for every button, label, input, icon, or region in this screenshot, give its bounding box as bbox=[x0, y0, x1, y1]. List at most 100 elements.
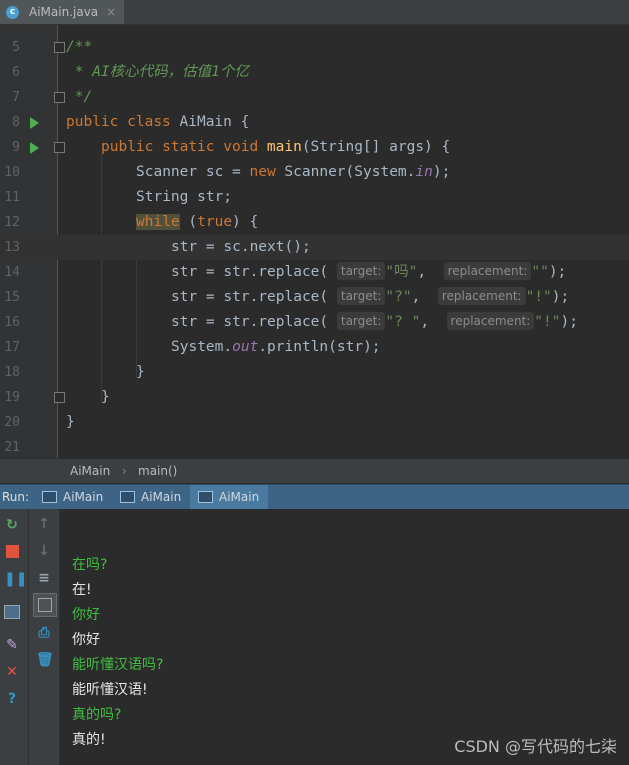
code-line: 8 public class AiMain { bbox=[0, 110, 629, 135]
code-text: String str; bbox=[136, 189, 233, 205]
line-number: 8 bbox=[12, 115, 20, 130]
code-text: str = str.replace( target: "吗", replaceme… bbox=[171, 262, 567, 280]
breadcrumb-method[interactable]: main() bbox=[138, 464, 177, 478]
line-number: 20 bbox=[4, 415, 20, 430]
line-number: 18 bbox=[4, 365, 20, 380]
code-line: 15 str = str.replace( target: "?", replac… bbox=[0, 285, 629, 310]
code-text: } bbox=[136, 364, 145, 380]
fold-icon[interactable] bbox=[54, 42, 65, 53]
run-gutter-icon[interactable] bbox=[30, 142, 39, 154]
close-icon[interactable]: ✕ bbox=[4, 664, 20, 680]
line-number: 16 bbox=[4, 315, 20, 330]
line-number: 19 bbox=[4, 390, 20, 405]
run-tab[interactable]: AiMain bbox=[112, 485, 190, 509]
run-label: Run: bbox=[2, 490, 30, 504]
watermark: CSDN @写代码的七柒 bbox=[454, 737, 617, 756]
console-icon bbox=[42, 491, 57, 503]
pause-icon[interactable]: ❚❚ bbox=[4, 571, 27, 587]
line-number: 5 bbox=[12, 40, 20, 55]
parameter-hint: replacement: bbox=[446, 312, 535, 330]
line-number: 13 bbox=[4, 240, 20, 255]
java-class-icon: c bbox=[6, 5, 19, 19]
close-icon[interactable]: × bbox=[106, 5, 116, 19]
code-line: 12 while (true) { bbox=[0, 210, 629, 235]
scroll-to-end-icon[interactable] bbox=[33, 593, 57, 617]
code-line: 16 str = str.replace( target: "? ", repla… bbox=[0, 310, 629, 335]
code-line: 19 } bbox=[0, 385, 629, 410]
parameter-hint: replacement: bbox=[443, 262, 532, 280]
line-number: 9 bbox=[12, 140, 20, 155]
parameter-hint: target: bbox=[336, 287, 386, 305]
code-text: */ bbox=[66, 89, 93, 105]
print-icon[interactable]: ⎙ bbox=[36, 625, 52, 641]
code-text: str = str.replace( target: "? ", replacem… bbox=[171, 312, 578, 330]
run-toolbar-right: ↑ ↓ ≡ ⎙ 🗑 bbox=[29, 509, 60, 765]
run-tab[interactable]: AiMain bbox=[34, 485, 112, 509]
up-arrow-icon[interactable]: ↑ bbox=[36, 516, 52, 532]
fold-icon[interactable] bbox=[54, 392, 65, 403]
code-text: while (true) { bbox=[136, 214, 259, 230]
line-number: 12 bbox=[4, 215, 20, 230]
console-icon bbox=[198, 491, 213, 503]
parameter-hint: target: bbox=[336, 312, 386, 330]
code-line-current: 13 str = sc.next(); bbox=[0, 235, 629, 260]
code-line: 17 System.out.println(str); bbox=[0, 335, 629, 360]
parameter-hint: target: bbox=[336, 262, 386, 280]
code-editor[interactable]: 5 /** 6 * AI核心代码，估值1个亿 7 */ 8 public cla… bbox=[0, 25, 629, 458]
breadcrumb-class[interactable]: AiMain bbox=[70, 464, 110, 478]
code-text: str = str.replace( target: "?", replaceme… bbox=[171, 287, 570, 305]
line-number: 10 bbox=[4, 165, 20, 180]
fold-icon[interactable] bbox=[54, 142, 65, 153]
console-icon bbox=[120, 491, 135, 503]
line-number: 21 bbox=[4, 440, 20, 455]
run-tab-label: AiMain bbox=[63, 490, 104, 504]
layout-icon[interactable] bbox=[4, 605, 20, 621]
run-tool-window-header: Run: AiMain AiMain AiMain bbox=[0, 484, 629, 509]
console-input-line: 能听懂汉语吗? bbox=[72, 657, 164, 673]
breadcrumb: AiMain › main() bbox=[0, 459, 629, 483]
console-output-line: 你好 bbox=[72, 632, 100, 648]
editor-tab-bar: c AiMain.java × bbox=[0, 0, 629, 25]
run-tab-label: AiMain bbox=[141, 490, 182, 504]
tab-title: AiMain.java bbox=[29, 5, 99, 19]
code-text: System.out.println(str); bbox=[171, 339, 381, 355]
help-icon[interactable]: ? bbox=[4, 691, 20, 707]
code-text: } bbox=[66, 414, 75, 430]
line-number: 14 bbox=[4, 265, 20, 280]
code-line: 11 String str; bbox=[0, 185, 629, 210]
run-gutter-icon[interactable] bbox=[30, 117, 39, 129]
breadcrumb-separator: › bbox=[122, 464, 127, 478]
code-text: } bbox=[101, 389, 110, 405]
console-output-line: 真的! bbox=[72, 732, 106, 748]
rerun-icon[interactable]: ↻ bbox=[4, 517, 20, 533]
code-text: * AI核心代码，估值1个亿 bbox=[66, 64, 249, 80]
soft-wrap-icon[interactable]: ≡ bbox=[36, 570, 52, 586]
fold-icon[interactable] bbox=[54, 92, 65, 103]
code-line: 5 /** bbox=[0, 35, 629, 60]
trash-icon[interactable]: 🗑 bbox=[36, 652, 54, 668]
code-text: public class AiMain { bbox=[66, 114, 250, 130]
console-input-line: 真的吗? bbox=[72, 707, 122, 723]
line-number: 6 bbox=[12, 65, 20, 80]
run-console[interactable]: ↻ ❚❚ ✎ ✕ ? ↑ ↓ ≡ ⎙ 🗑 在吗? 在! 你好 你好 能听懂汉语吗… bbox=[0, 509, 629, 765]
down-arrow-icon[interactable]: ↓ bbox=[36, 543, 52, 559]
console-input-line: 在吗? bbox=[72, 557, 108, 573]
line-number: 7 bbox=[12, 90, 20, 105]
run-toolbar-left: ↻ ❚❚ ✎ ✕ ? bbox=[0, 509, 29, 765]
code-text: public static void main(String[] args) { bbox=[101, 139, 451, 155]
code-line: 10 Scanner sc = new Scanner(System.in); bbox=[0, 160, 629, 185]
run-tab-active[interactable]: AiMain bbox=[190, 485, 268, 509]
stop-icon[interactable] bbox=[5, 544, 21, 560]
code-line: 7 */ bbox=[0, 85, 629, 110]
code-line: 6 * AI核心代码，估值1个亿 bbox=[0, 60, 629, 85]
tab-aimain-java[interactable]: c AiMain.java × bbox=[0, 0, 124, 24]
code-text: Scanner sc = new Scanner(System.in); bbox=[136, 164, 451, 180]
code-text: /** bbox=[66, 39, 93, 55]
run-tab-label: AiMain bbox=[219, 490, 260, 504]
code-text: str = sc.next(); bbox=[171, 239, 311, 255]
code-line: 20 } bbox=[0, 410, 629, 435]
line-number: 17 bbox=[4, 340, 20, 355]
console-output-line: 能听懂汉语! bbox=[72, 682, 148, 698]
console-input-line: 你好 bbox=[72, 607, 100, 623]
pin-icon[interactable]: ✎ bbox=[4, 637, 20, 653]
